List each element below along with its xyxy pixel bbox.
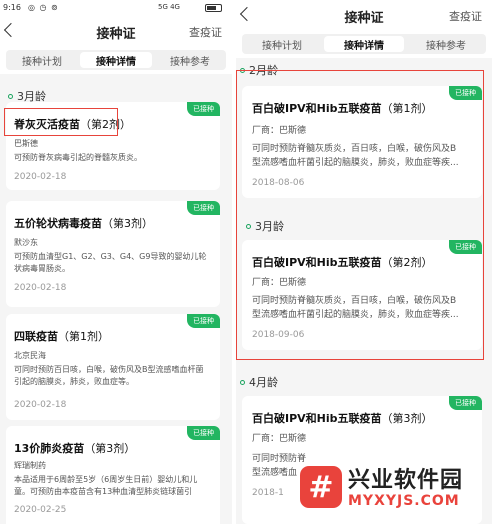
vaccine-manufacturer: 默沙东: [14, 238, 38, 247]
vaccine-manufacturer: 巴斯德: [14, 139, 38, 148]
tab-vaccination-reference[interactable]: 接种参考: [406, 34, 486, 54]
network-indicator: 5G 4G: [158, 3, 180, 11]
vaccinated-badge: 已接种: [187, 201, 220, 215]
left-tab-bar: 接种计划 接种详情 接种参考: [0, 46, 232, 74]
vaccine-name: 四联疫苗（第1剂）: [14, 330, 109, 343]
right-screen: 接种证 查疫证 接种计划 接种详情 接种参考 2月龄 已接种 百白破IPV和Hi…: [236, 0, 492, 524]
section-dot-icon: [8, 94, 13, 99]
vaccination-date: 2020-02-25: [14, 505, 67, 515]
tab-vaccination-reference[interactable]: 接种参考: [154, 50, 226, 70]
watermark-logo-icon: #: [300, 466, 342, 508]
vaccine-description: 可预防脊灰病毒引起的脊髓灰质炎。: [14, 153, 142, 162]
vaccinated-badge: 已接种: [187, 426, 220, 440]
tab-vaccination-plan[interactable]: 接种计划: [242, 34, 322, 54]
vaccine-description: 可同时预防百日咳，白喉，破伤风及B型流感嗜血杆菌引起的脑膜炎，肺炎，败血症等。: [14, 365, 204, 386]
check-certificate-link[interactable]: 查疫证: [189, 24, 222, 40]
right-tab-bar: 接种计划 接种详情 接种参考: [236, 30, 492, 58]
vaccine-card[interactable]: 已接种 13价肺炎疫苗（第3剂） 辉瑞制药 本品适用于6周龄至5岁（6周岁生日前…: [6, 426, 220, 524]
vaccine-card[interactable]: 已接种 四联疫苗（第1剂） 北京民海 可同时预防百日咳，白喉，破伤风及B型流感嗜…: [6, 314, 220, 420]
tab-vaccination-details[interactable]: 接种详情: [324, 36, 404, 52]
vaccine-manufacturer: 辉瑞制药: [14, 461, 46, 470]
vaccination-date: 2020-02-18: [14, 172, 67, 182]
status-icons: ◎ ◷ ⊚: [28, 3, 59, 12]
check-certificate-link[interactable]: 查疫证: [449, 8, 482, 24]
tab-vaccination-details[interactable]: 接种详情: [80, 52, 152, 68]
watermark-url: MYXYJS.COM: [348, 493, 460, 509]
section-title-4-month: 4月龄: [240, 374, 278, 390]
status-time: 9:16: [3, 3, 21, 12]
tab-vaccination-plan[interactable]: 接种计划: [6, 50, 78, 70]
vaccination-date: 2018-1: [252, 488, 284, 498]
right-header: 接种证 查疫证: [236, 0, 492, 30]
battery-icon: [205, 4, 222, 12]
vaccination-date: 2020-02-18: [14, 400, 67, 410]
vaccine-name: 五价轮状病毒疫苗（第3剂）: [14, 217, 153, 230]
highlight-box: [236, 70, 484, 360]
watermark-title: 兴业软件园: [348, 468, 464, 493]
vaccine-manufacturer: 厂商：巴斯德: [252, 434, 307, 444]
left-header: 接种证 查疫证: [0, 16, 232, 46]
highlight-box: [4, 108, 118, 136]
vaccine-name: 13价肺炎疫苗（第3剂）: [14, 442, 136, 455]
left-screen: 9:16 ◎ ◷ ⊚ 5G 4G 接种证 查疫证 接种计划 接种详情 接种参考 …: [0, 0, 232, 524]
vaccine-description: 本品适用于6周龄至5岁（6周岁生日前）婴幼儿和儿童。可预防由本疫苗含有13种血清…: [14, 475, 198, 496]
vaccine-description: 可预防血清型G1、G2、G3、G4、G9导致的婴幼儿轮状病毒胃肠炎。: [14, 252, 207, 273]
vaccinated-badge: 已接种: [449, 396, 482, 410]
site-watermark: # 兴业软件园 MYXYJS.COM: [300, 462, 490, 524]
vaccinated-badge: 已接种: [187, 102, 220, 116]
status-bar: 9:16 ◎ ◷ ⊚ 5G 4G: [0, 0, 232, 16]
vaccine-name: 百白破IPV和Hib五联疫苗（第3剂）: [252, 412, 433, 425]
vaccine-card[interactable]: 已接种 五价轮状病毒疫苗（第3剂） 默沙东 可预防血清型G1、G2、G3、G4、…: [6, 201, 220, 307]
vaccine-manufacturer: 北京民海: [14, 351, 46, 360]
vaccination-date: 2020-02-18: [14, 283, 67, 293]
vaccinated-badge: 已接种: [187, 314, 220, 328]
section-dot-icon: [240, 380, 245, 385]
